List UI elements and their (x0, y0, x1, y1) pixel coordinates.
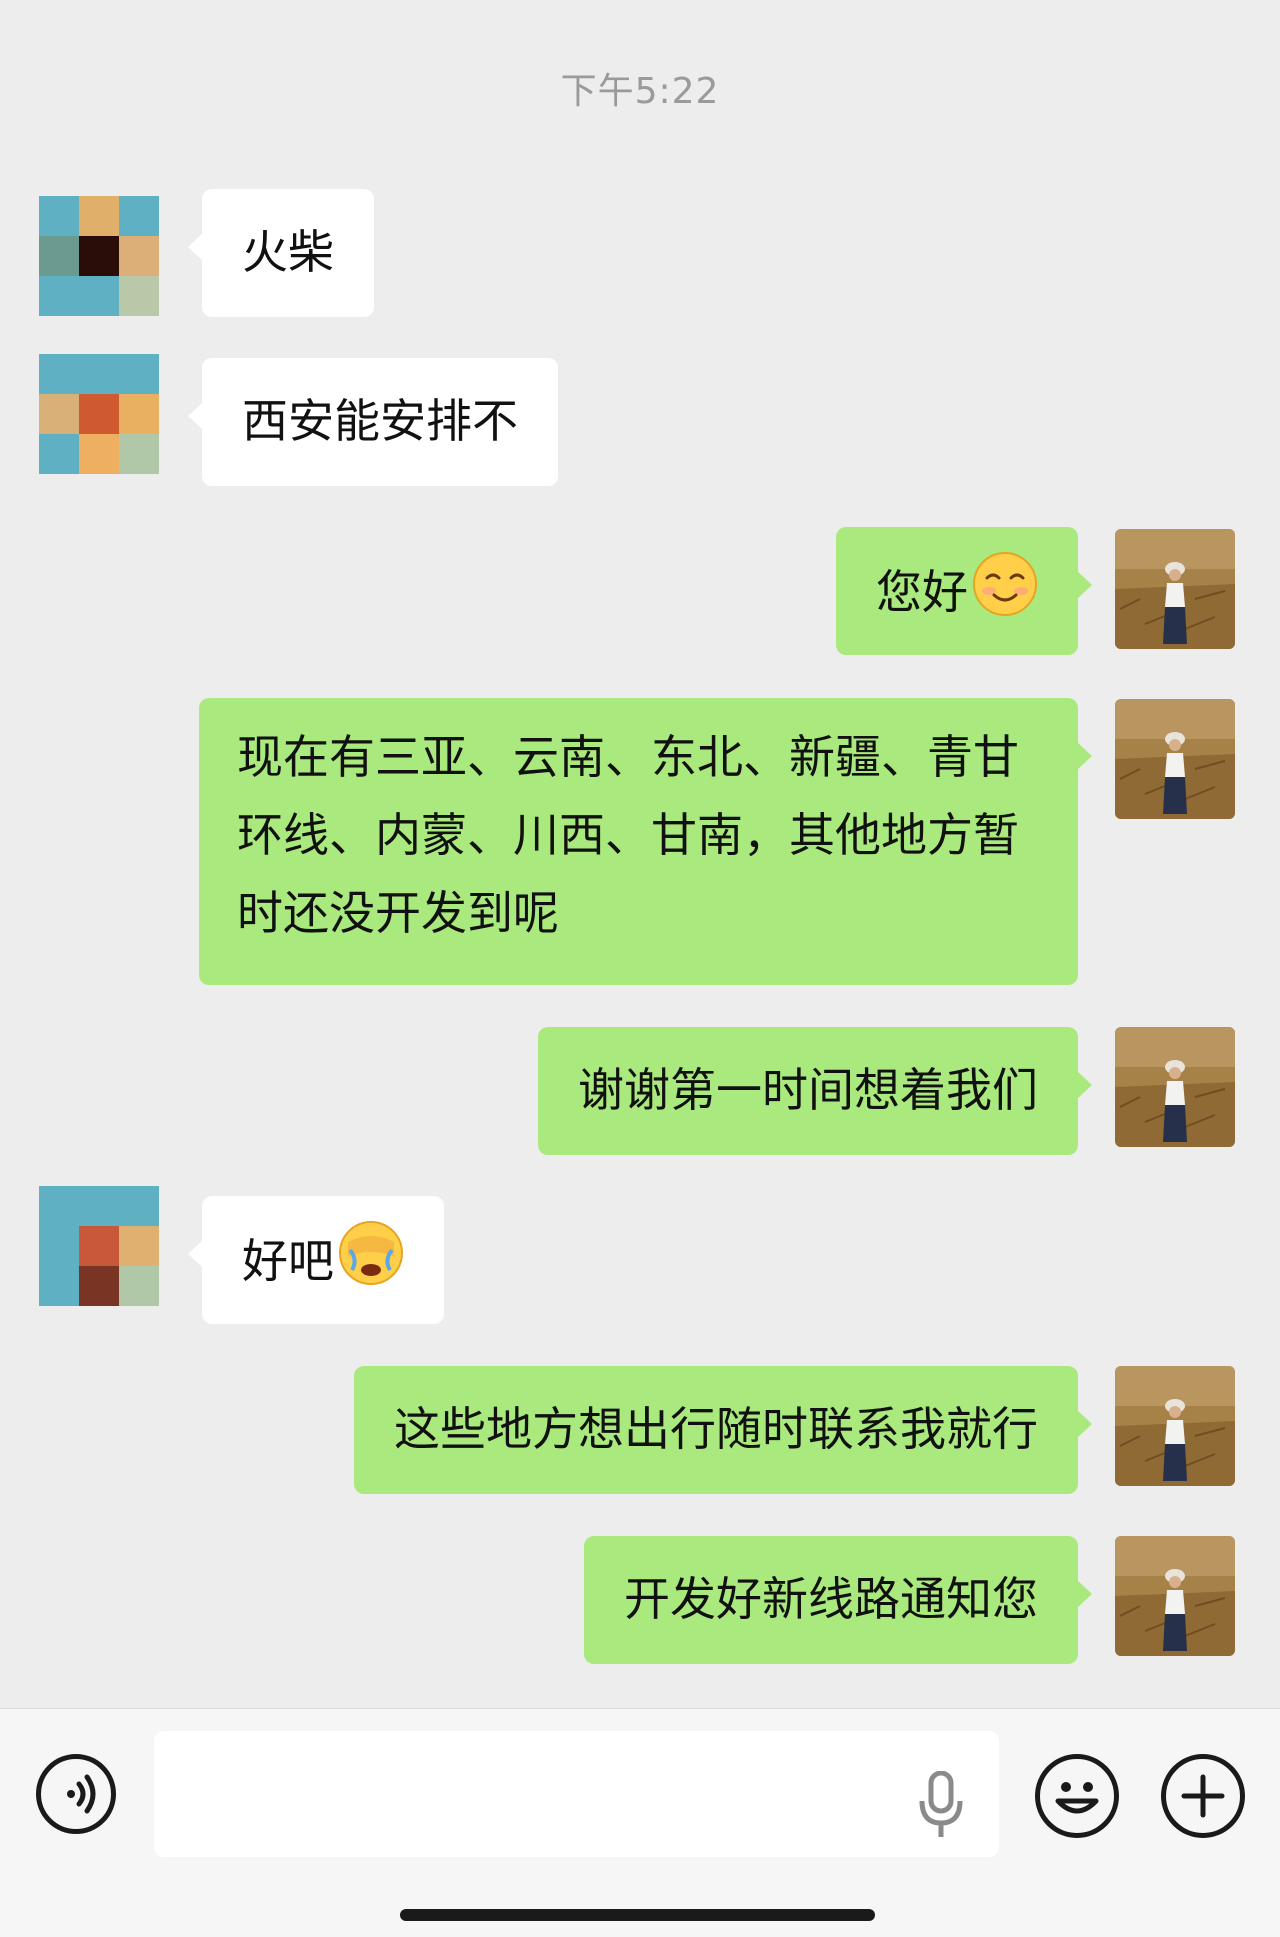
message-text: 谢谢第一时间想着我们 (578, 1063, 1038, 1117)
outgoing-message-bubble[interactable]: 现在有三亚、云南、东北、新疆、青甘环线、内蒙、川西、甘南，其他地方暂时还没开发到… (199, 698, 1092, 985)
message-text: 现在有三亚、云南、东北、新疆、青甘环线、内蒙、川西、甘南，其他地方暂时还没开发到… (237, 730, 1019, 940)
my-avatar[interactable] (1115, 1536, 1235, 1656)
outgoing-message-bubble[interactable]: 开发好新线路通知您 (584, 1536, 1092, 1664)
contact-avatar[interactable] (39, 1186, 159, 1306)
my-avatar[interactable] (1115, 1027, 1235, 1147)
outgoing-message-bubble[interactable]: 这些地方想出行随时联系我就行 (354, 1366, 1092, 1494)
contact-avatar[interactable] (39, 354, 159, 474)
contact-avatar[interactable] (39, 196, 159, 316)
chat-area: 下午5:22 火柴 西安能安排不 您好 现在有三亚、云南、东北、新疆、青甘环线、… (0, 0, 1280, 1708)
my-avatar[interactable] (1115, 699, 1235, 819)
microphone-icon[interactable] (918, 1770, 964, 1841)
message-text: 西安能安排不 (242, 394, 518, 448)
outgoing-message-bubble[interactable]: 您好 (836, 527, 1092, 655)
my-avatar[interactable] (1115, 529, 1235, 649)
voice-toggle-icon[interactable] (36, 1754, 116, 1834)
message-text: 您好 (876, 565, 968, 619)
incoming-message-bubble[interactable]: 西安能安排不 (188, 358, 558, 486)
message-text: 火柴 (242, 225, 334, 279)
home-indicator[interactable] (400, 1909, 875, 1921)
plus-icon[interactable] (1161, 1754, 1245, 1838)
emoji-icon[interactable] (1035, 1754, 1119, 1838)
message-text: 这些地方想出行随时联系我就行 (394, 1402, 1038, 1456)
input-toolbar (0, 1708, 1280, 1937)
message-text: 开发好新线路通知您 (624, 1572, 1038, 1626)
incoming-message-bubble[interactable]: 好吧 (188, 1196, 444, 1324)
outgoing-message-bubble[interactable]: 谢谢第一时间想着我们 (538, 1027, 1092, 1155)
message-text: 好吧 (242, 1234, 334, 1288)
message-timestamp: 下午5:22 (560, 71, 720, 112)
my-avatar[interactable] (1115, 1366, 1235, 1486)
face-palm-icon (338, 1220, 404, 1309)
incoming-message-bubble[interactable]: 火柴 (188, 189, 374, 317)
smiling-face-icon (972, 551, 1038, 640)
message-input[interactable] (154, 1731, 999, 1857)
